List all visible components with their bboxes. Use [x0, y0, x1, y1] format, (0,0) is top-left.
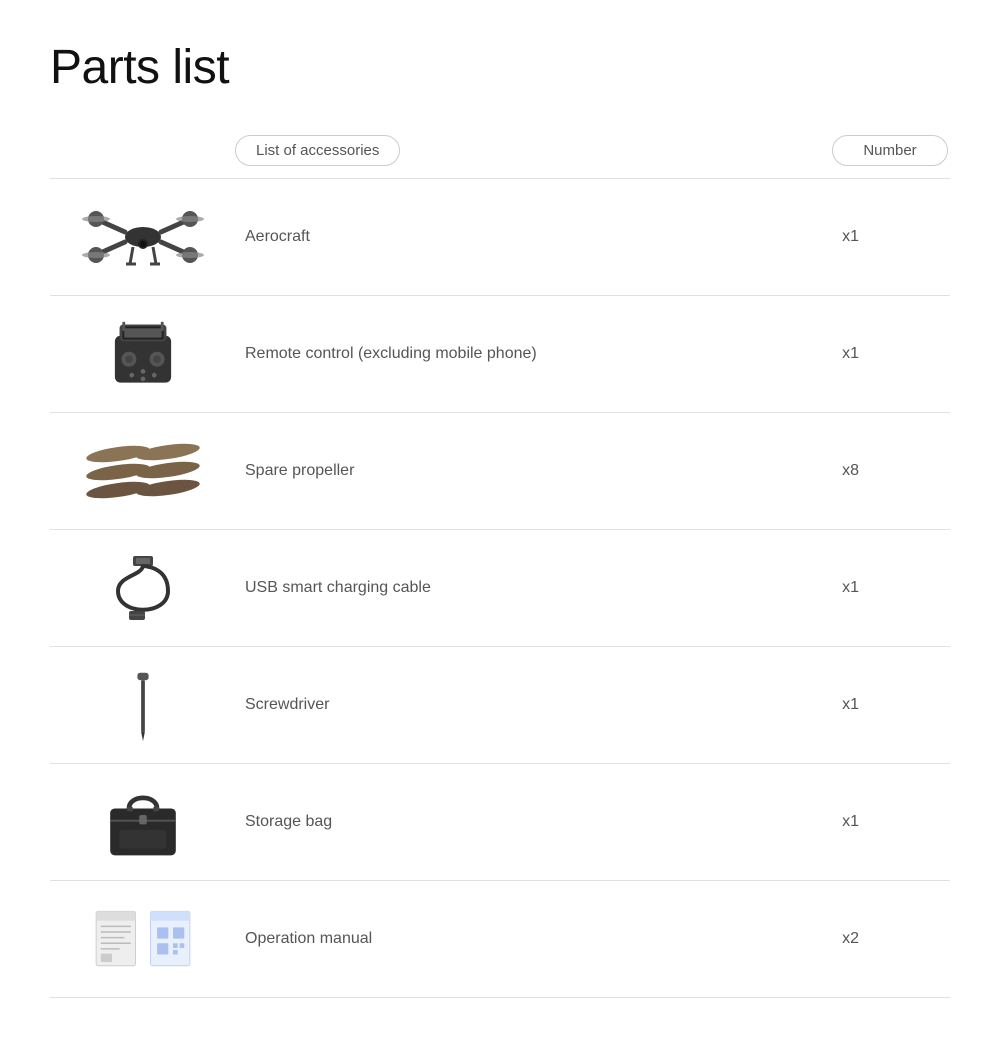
parts-table: Aerocraft x1 — [50, 178, 950, 998]
table-row: Storage bag x1 — [50, 764, 950, 881]
page: Parts list List of accessories Number — [0, 0, 1000, 1038]
item-name: Aerocraft — [235, 179, 751, 296]
table-row: USB smart charging cable x1 — [50, 530, 950, 647]
item-name: Operation manual — [235, 881, 751, 998]
item-quantity: x2 — [751, 881, 950, 998]
item-name: Screwdriver — [235, 647, 751, 764]
parts-list-container: List of accessories Number — [50, 135, 950, 998]
bag-icon — [60, 782, 225, 862]
number-label: Number — [832, 135, 947, 166]
item-quantity: x8 — [751, 413, 950, 530]
item-image-cell — [50, 764, 235, 881]
item-name: Spare propeller — [235, 413, 751, 530]
item-quantity: x1 — [751, 764, 950, 881]
item-image-cell — [50, 179, 235, 296]
item-image-cell — [50, 413, 235, 530]
remote-icon — [60, 314, 225, 394]
header-number: Number — [830, 135, 950, 166]
drone-icon — [60, 197, 225, 277]
item-quantity: x1 — [751, 179, 950, 296]
item-image-cell — [50, 296, 235, 413]
page-title: Parts list — [50, 40, 950, 95]
usb-cable-icon — [60, 548, 225, 628]
table-header: List of accessories Number — [50, 135, 950, 178]
table-row: Operation manual x2 — [50, 881, 950, 998]
item-name: Remote control (excluding mobile phone) — [235, 296, 751, 413]
item-name: USB smart charging cable — [235, 530, 751, 647]
table-row: Remote control (excluding mobile phone) … — [50, 296, 950, 413]
table-row: Spare propeller x8 — [50, 413, 950, 530]
item-quantity: x1 — [751, 647, 950, 764]
propeller-icon — [60, 431, 225, 511]
table-row: Screwdriver x1 — [50, 647, 950, 764]
item-image-cell — [50, 881, 235, 998]
item-image-cell — [50, 530, 235, 647]
item-image-cell — [50, 647, 235, 764]
screwdriver-icon — [60, 665, 225, 745]
item-name: Storage bag — [235, 764, 751, 881]
item-quantity: x1 — [751, 296, 950, 413]
accessories-label: List of accessories — [235, 135, 400, 166]
table-row: Aerocraft x1 — [50, 179, 950, 296]
header-accessories: List of accessories — [235, 135, 830, 166]
manual-icon — [60, 899, 225, 979]
item-quantity: x1 — [751, 530, 950, 647]
